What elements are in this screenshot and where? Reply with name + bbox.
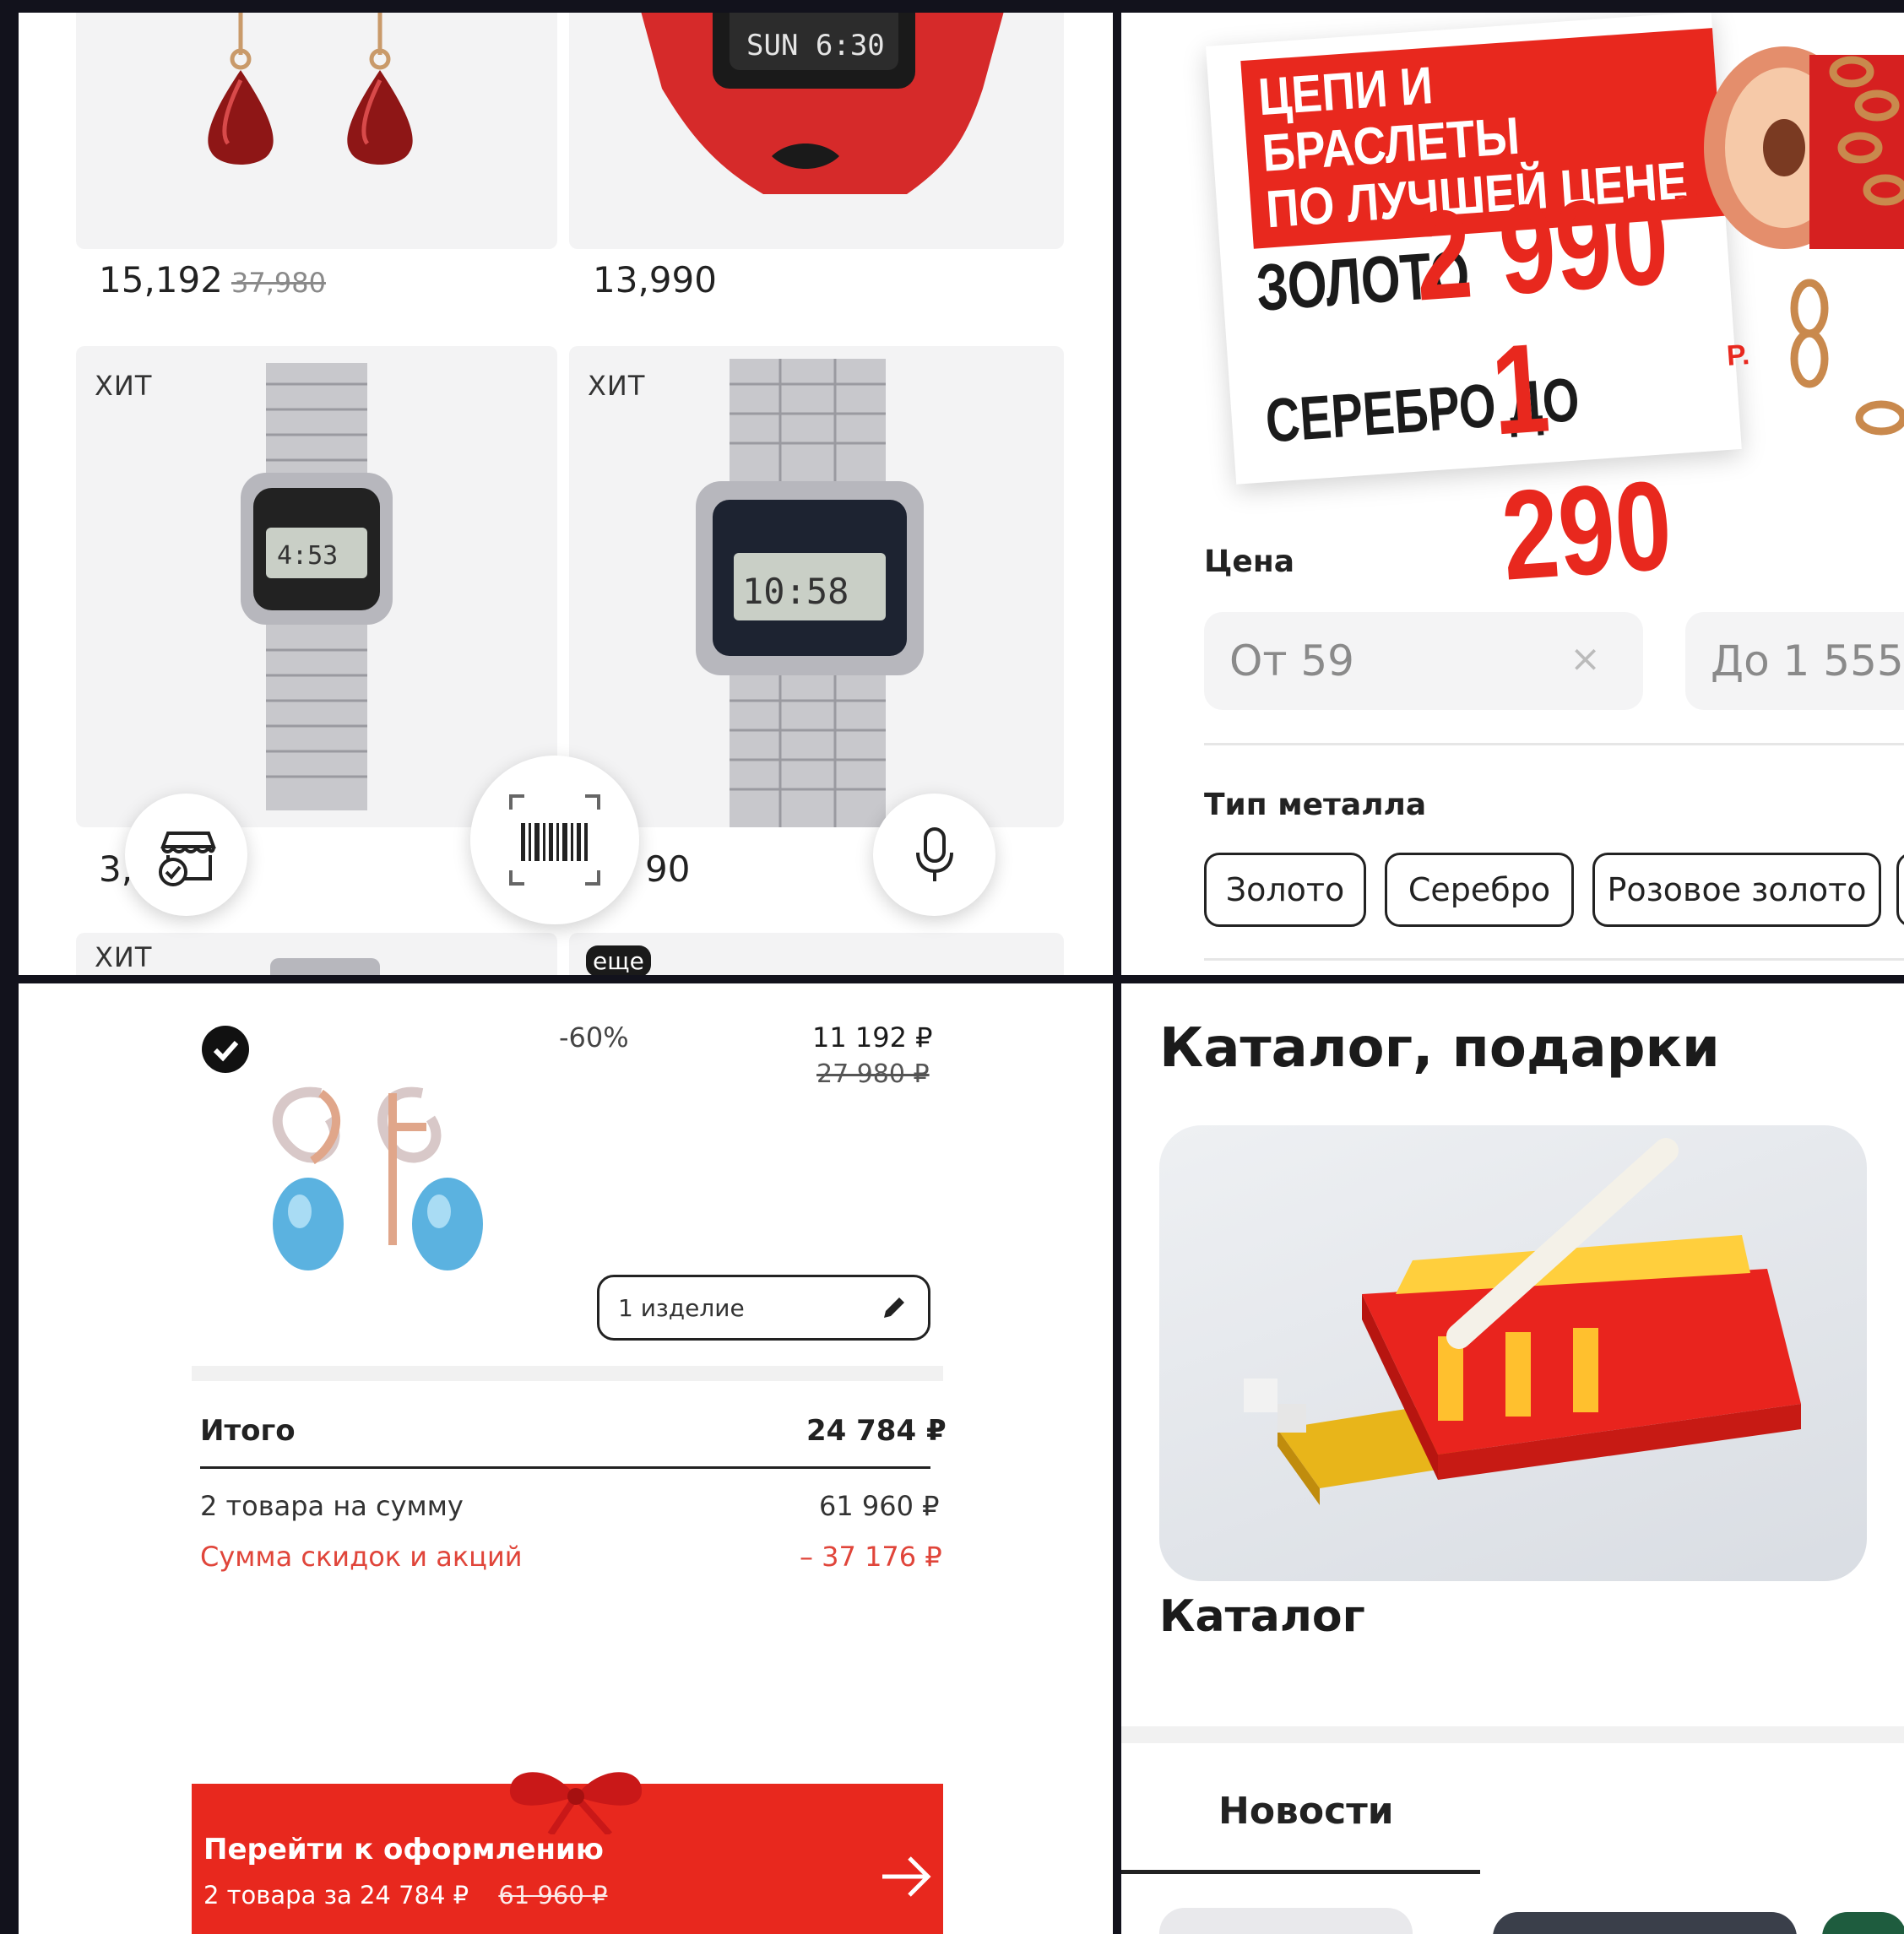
product-old-price-1: 37,980 xyxy=(231,267,326,299)
product-card-partial[interactable]: ХИТ xyxy=(76,933,557,975)
metal-type-label: Тип металла xyxy=(1204,788,1427,822)
ladies-watch-image: 4:53 xyxy=(241,363,393,810)
news-thumbnail[interactable] xyxy=(1493,1912,1797,1934)
checkout-summary: 2 товара за 24 784 ₽ 61 960 ₽ xyxy=(203,1881,608,1910)
product-price-1: 15,192 37,980 xyxy=(99,259,326,301)
discounts-label: Сумма скидок и акций xyxy=(200,1541,523,1573)
ladies-watch-display: 4:53 xyxy=(277,541,338,571)
section-separator xyxy=(192,1366,943,1381)
product-price-2: 13,990 xyxy=(593,259,717,301)
catalog-card-label: Каталог xyxy=(1159,1591,1365,1642)
partial-watch-image xyxy=(270,958,380,975)
cart-panel: -60% 11 192 ₽ 27 980 ₽ 1 изделие Итого 2… xyxy=(19,983,1113,1934)
catalog-card[interactable] xyxy=(1159,1125,1867,1581)
total-value: 24 784 ₽ xyxy=(806,1414,947,1448)
clear-icon[interactable]: × xyxy=(1570,637,1601,680)
chip-more[interactable] xyxy=(1896,853,1904,927)
topaz-earrings-image xyxy=(272,1086,483,1270)
store-check-icon xyxy=(158,831,216,886)
item-price: 11 192 ₽ xyxy=(812,1021,933,1054)
discount-badge: -60% xyxy=(559,1021,629,1054)
item-old-price: 27 980 ₽ xyxy=(816,1059,930,1089)
red-watch-image: SUN 6:30 xyxy=(641,13,1004,194)
casio-watch-image: 10:58 xyxy=(696,359,924,827)
hit-badge: ХИТ xyxy=(95,941,153,973)
chip-gold[interactable]: Золото xyxy=(1204,853,1366,927)
divider xyxy=(200,1466,930,1469)
red-watch-display: SUN 6:30 xyxy=(746,29,885,62)
garnet-earrings-image xyxy=(208,13,413,165)
price-from-input[interactable]: От 59 × xyxy=(1204,612,1643,710)
microphone-icon xyxy=(915,826,953,881)
discounts-value: – 37 176 ₽ xyxy=(800,1541,942,1573)
barcode-scan-button[interactable] xyxy=(470,756,639,924)
filters-panel: ЦЕПИ И БРАСЛЕТЫ ПО ЛУЧШЕЙ ЦЕНЕ ЗОЛОТО 2 … xyxy=(1121,13,1904,975)
product-listing-panel: SUN 6:30 15,192 37,980 13,990 ХИТ 4:53 ХИ… xyxy=(19,13,1113,975)
product-card-red-watch[interactable]: SUN 6:30 xyxy=(569,13,1064,249)
quantity-selector[interactable]: 1 изделие xyxy=(597,1275,930,1341)
store-check-button[interactable] xyxy=(125,794,247,916)
product-card-ladies-watch[interactable]: ХИТ 4:53 xyxy=(76,346,557,827)
gift-bow-icon xyxy=(509,1772,643,1834)
product-price-4-partial: 90 xyxy=(645,848,691,890)
divider xyxy=(1204,743,1904,745)
tab-news[interactable]: Новости xyxy=(1218,1790,1394,1833)
casio-watch-display: 10:58 xyxy=(742,571,849,612)
gold-price: 2 990 xyxy=(1410,169,1673,328)
checkbox-checked-icon[interactable] xyxy=(200,1024,251,1075)
catalog-panel: Каталог, подарки Каталог Новости xyxy=(1121,983,1904,1934)
voice-search-button[interactable] xyxy=(873,794,995,916)
page-title: Каталог, подарки xyxy=(1159,1017,1720,1080)
product-card-earrings[interactable] xyxy=(76,13,557,249)
divider xyxy=(1204,958,1904,961)
chain-spool-image xyxy=(1704,46,1904,436)
price-filter-label: Цена xyxy=(1204,544,1294,579)
tab-active-indicator xyxy=(1121,1870,1480,1874)
arrow-right-icon xyxy=(882,1856,931,1897)
items-sum-value: 61 960 ₽ xyxy=(819,1490,940,1522)
barcode-scan-icon xyxy=(509,794,600,886)
items-sum-label: 2 товара на сумму xyxy=(200,1490,464,1522)
hit-badge: ХИТ xyxy=(95,370,153,402)
shopping-basket-image xyxy=(1244,1138,1801,1505)
more-button[interactable]: еще xyxy=(586,945,651,975)
product-card-casio-watch[interactable]: ХИТ 10:58 xyxy=(569,346,1064,827)
edit-pencil-icon[interactable] xyxy=(879,1292,909,1323)
news-thumbnail[interactable] xyxy=(1822,1912,1904,1934)
chip-rose-gold[interactable]: Розовое золото xyxy=(1592,853,1881,927)
hit-badge: ХИТ xyxy=(588,370,646,402)
section-separator xyxy=(1121,1726,1904,1743)
price-to-input[interactable]: До 1 555 xyxy=(1685,612,1904,710)
news-thumbnail[interactable] xyxy=(1159,1908,1413,1934)
chip-silver[interactable]: Серебро xyxy=(1385,853,1574,927)
promo-banner[interactable]: ЦЕПИ И БРАСЛЕТЫ ПО ЛУЧШЕЙ ЦЕНЕ ЗОЛОТО 2 … xyxy=(1206,13,1750,607)
total-label: Итого xyxy=(200,1414,296,1448)
